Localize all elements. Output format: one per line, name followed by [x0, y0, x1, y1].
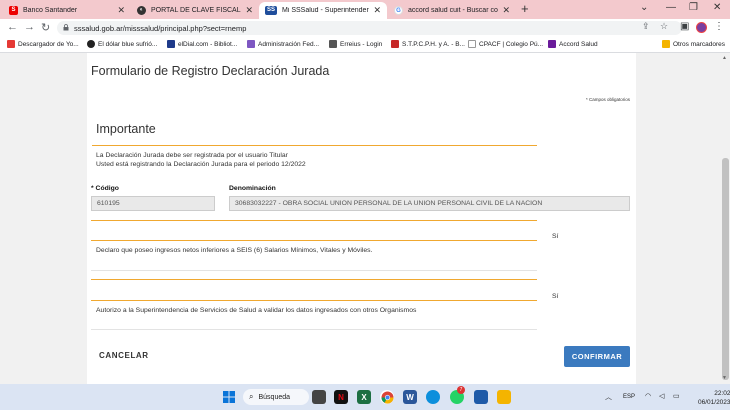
- afip-leaf-icon: [247, 40, 255, 48]
- word-icon[interactable]: W: [403, 390, 417, 404]
- document-icon: [468, 40, 476, 48]
- declaration-2-text: Autorizo a la Superintendencia de Servic…: [96, 307, 417, 314]
- google-icon: G: [394, 6, 403, 15]
- back-icon[interactable]: ←: [7, 21, 18, 33]
- chrome-icon[interactable]: [380, 390, 394, 404]
- tab-google-search[interactable]: G accord salud cuit - Buscar con G ✕: [388, 2, 516, 19]
- stpcph-icon: [391, 40, 399, 48]
- bookmark-descargador[interactable]: Descargador de Yo...: [7, 40, 79, 48]
- search-icon: ⌕: [249, 392, 254, 401]
- wifi-icon[interactable]: ◠: [645, 392, 651, 400]
- edge-icon[interactable]: [426, 390, 440, 404]
- afip-icon: ◐: [137, 6, 146, 15]
- scroll-down-icon[interactable]: ▼: [722, 375, 727, 381]
- page-content: Formulario de Registro Declaración Jurad…: [0, 53, 730, 384]
- erreius-icon: [329, 40, 337, 48]
- info-line-periodo: Usted está registrando la Declaración Ju…: [96, 161, 306, 168]
- netflix-icon[interactable]: N: [334, 390, 348, 404]
- vertical-scrollbar[interactable]: ▲ ▼: [721, 53, 730, 384]
- close-window-button[interactable]: ✕: [713, 2, 721, 13]
- accord-icon: [548, 40, 556, 48]
- download-icon: [7, 40, 15, 48]
- form-card: Formulario de Registro Declaración Jurad…: [87, 53, 636, 384]
- volume-icon[interactable]: ◁: [659, 392, 664, 400]
- bookmarks-bar: Descargador de Yo... El dólar blue sufri…: [0, 37, 730, 53]
- info-line-titular: La Declaración Jurada debe ser registrad…: [96, 152, 288, 159]
- divider: [91, 270, 537, 271]
- language-indicator[interactable]: ESP: [623, 394, 635, 400]
- divider: [91, 240, 537, 241]
- close-tab-icon[interactable]: ✕: [245, 5, 253, 16]
- declaration-2-answer[interactable]: Sí: [552, 293, 558, 300]
- santander-icon: S: [9, 6, 18, 15]
- scroll-thumb[interactable]: [722, 158, 729, 380]
- new-tab-button[interactable]: +: [521, 1, 529, 16]
- bookmark-erreius[interactable]: Erreius - Login: [329, 40, 382, 48]
- scroll-up-icon[interactable]: ▲: [722, 55, 727, 61]
- explorer-icon[interactable]: [497, 390, 511, 404]
- declaration-1-answer[interactable]: Sí: [552, 233, 558, 240]
- cancel-button[interactable]: CANCELAR: [99, 351, 149, 360]
- confirm-button[interactable]: CONFIRMAR: [564, 346, 630, 367]
- tab-mi-sssalud[interactable]: SS Mi SSSalud - Superintendencia d ✕: [259, 2, 387, 19]
- maximize-button[interactable]: ❐: [689, 2, 698, 13]
- bookmark-accord-salud[interactable]: Accord Salud: [548, 40, 598, 48]
- browser-tab-strip: S Banco Santander ✕ ◐ PORTAL DE CLAVE FI…: [0, 0, 730, 19]
- task-view-icon[interactable]: [312, 390, 326, 404]
- sidebar-icon[interactable]: ▣: [680, 21, 689, 32]
- folder-icon: [662, 40, 670, 48]
- divider: [92, 145, 537, 146]
- tab-santander[interactable]: S Banco Santander ✕: [3, 2, 131, 19]
- url-text: sssalud.gob.ar/misssalud/principal.php?s…: [74, 23, 247, 33]
- bookmark-dolar-blue[interactable]: El dólar blue sufrió...: [87, 40, 157, 48]
- codigo-label: * Código: [91, 185, 119, 192]
- section-title: Importante: [96, 122, 156, 136]
- denominacion-field[interactable]: 30683032227 - OBRA SOCIAL UNION PERSONAL…: [229, 196, 630, 211]
- chevron-up-icon[interactable]: ︿: [605, 392, 612, 402]
- forward-icon[interactable]: →: [24, 21, 35, 33]
- taskbar-search[interactable]: ⌕ Búsqueda: [243, 389, 309, 405]
- bookmark-eldial[interactable]: elDial.com - Bibliot...: [167, 40, 237, 48]
- close-tab-icon[interactable]: ✕: [502, 5, 510, 16]
- taskbar-clock[interactable]: 22:02 06/01/2023: [698, 389, 730, 407]
- sss-icon: SS: [265, 6, 277, 15]
- divider: [91, 279, 537, 280]
- divider: [91, 220, 537, 221]
- divider: [91, 329, 537, 330]
- windows-start-icon[interactable]: [222, 390, 236, 404]
- close-tab-icon[interactable]: ✕: [117, 5, 125, 16]
- required-note: * Campos obligatorios: [585, 97, 630, 102]
- bookmark-afip[interactable]: Administración Fed...: [247, 40, 319, 48]
- codigo-field[interactable]: 610195: [91, 196, 215, 211]
- share-icon[interactable]: ⇪: [642, 21, 650, 32]
- profile-avatar[interactable]: [696, 22, 707, 33]
- windows-taskbar: ⌕ Búsqueda N X W 7 ︿ ESP ◠ ◁ ▭ 22:02 06/…: [0, 384, 730, 410]
- bookmark-otros[interactable]: Otros marcadores: [662, 40, 725, 48]
- menu-dots-icon[interactable]: ⋮: [714, 21, 724, 32]
- minimize-button[interactable]: —: [666, 2, 676, 13]
- bookmark-cpacf[interactable]: CPACF | Colegio Pú...: [468, 40, 543, 48]
- battery-icon[interactable]: ▭: [673, 392, 680, 400]
- address-bar[interactable]: sssalud.gob.ar/misssalud/principal.php?s…: [57, 21, 682, 35]
- eldial-icon: [167, 40, 175, 48]
- news-icon: [87, 40, 95, 48]
- app-icon[interactable]: [474, 390, 488, 404]
- whatsapp-badge: 7: [457, 386, 465, 394]
- divider: [91, 300, 537, 301]
- close-tab-icon[interactable]: ✕: [373, 5, 381, 16]
- denominacion-label: Denominación: [229, 185, 276, 192]
- tab-clave-fiscal[interactable]: ◐ PORTAL DE CLAVE FISCAL ✕: [131, 2, 259, 19]
- bookmark-stpcph[interactable]: S.T.P.C.P.H. y A. - B...: [391, 40, 465, 48]
- bookmark-star-icon[interactable]: ☆: [660, 21, 668, 32]
- browser-toolbar: ← → ↻ sssalud.gob.ar/misssalud/principal…: [0, 19, 730, 37]
- excel-icon[interactable]: X: [357, 390, 371, 404]
- declaration-1-text: Declaro que poseo ingresos netos inferio…: [96, 247, 373, 254]
- page-title: Formulario de Registro Declaración Jurad…: [91, 64, 330, 78]
- lock-icon: [63, 24, 69, 31]
- reload-icon[interactable]: ↻: [41, 21, 50, 34]
- tab-search-icon[interactable]: ⌄: [640, 2, 648, 13]
